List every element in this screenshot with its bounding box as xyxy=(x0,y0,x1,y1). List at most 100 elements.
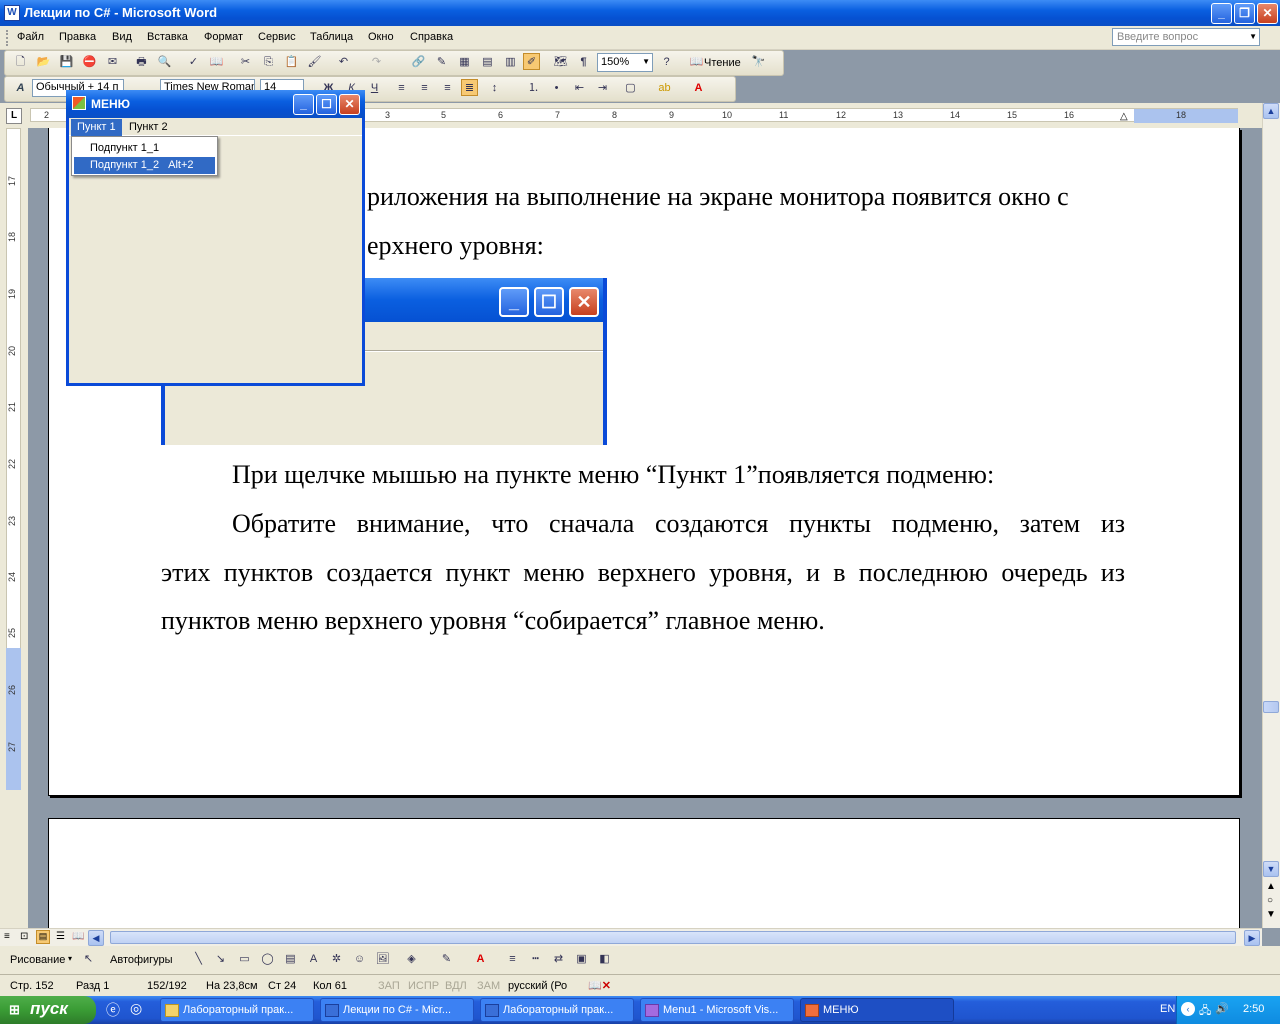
taskbar-item[interactable]: Лекции по C# - Micr... xyxy=(320,998,474,1022)
spelling-icon[interactable]: ✓ xyxy=(185,54,202,71)
language-indicator[interactable]: EN xyxy=(1160,1003,1175,1015)
zoom-dropdown-icon[interactable]: ▼ xyxy=(642,57,650,66)
app-menu-item-1[interactable]: Пункт 1 xyxy=(71,119,122,136)
drawing-icon[interactable]: ✐ xyxy=(523,53,540,70)
app-window[interactable]: МЕНЮ _ ☐ ✕ Пункт 1 Пункт 2 xyxy=(66,90,365,386)
styles-icon[interactable]: A xyxy=(12,80,29,97)
clipart-icon[interactable]: ☺ xyxy=(351,951,368,968)
select-browse-object-icon[interactable]: ○ xyxy=(1267,895,1273,906)
right-indent-marker[interactable]: △ xyxy=(1120,111,1128,122)
textbox-icon[interactable]: ▤ xyxy=(282,951,299,968)
reading-layout-icon[interactable]: 📖 xyxy=(72,931,84,942)
align-right-icon[interactable]: ≡ xyxy=(439,80,456,97)
new-document-icon[interactable]: 🗋 xyxy=(12,54,29,71)
close-button[interactable]: ✕ xyxy=(1257,3,1278,24)
status-ovr[interactable]: ЗАМ xyxy=(477,980,500,992)
arrow-icon[interactable]: ↘ xyxy=(212,951,229,968)
picture-icon[interactable]: 🖼 xyxy=(374,951,391,968)
insert-excel-icon[interactable]: ▤ xyxy=(479,54,496,71)
minimize-button[interactable]: _ xyxy=(1211,3,1232,24)
volume-icon[interactable]: 🔊 xyxy=(1215,1002,1229,1015)
app-minimize-button[interactable]: _ xyxy=(293,94,314,115)
justify-icon[interactable]: ≣ xyxy=(461,79,478,96)
tables-borders-icon[interactable]: ✎ xyxy=(433,54,450,71)
align-center-icon[interactable]: ≡ xyxy=(416,80,433,97)
scroll-right-icon[interactable]: ▶ xyxy=(1244,930,1260,946)
3d-icon[interactable]: ◧ xyxy=(596,951,613,968)
decrease-indent-icon[interactable]: ⇤ xyxy=(571,80,588,97)
app-menu-item-2[interactable]: Пункт 2 xyxy=(123,119,174,136)
menu-table[interactable]: Таблица xyxy=(310,31,353,43)
open-icon[interactable]: 📂 xyxy=(35,54,52,71)
taskbar-item[interactable]: Лабораторный прак... xyxy=(480,998,634,1022)
line-icon[interactable]: ╲ xyxy=(190,951,207,968)
highlight-icon[interactable]: ab xyxy=(656,80,673,97)
show-formatting-icon[interactable]: ¶ xyxy=(575,54,592,71)
research-icon[interactable]: 📖 xyxy=(208,54,225,71)
find-icon[interactable]: 🔭 xyxy=(750,54,767,71)
diagram-icon[interactable]: ✲ xyxy=(328,951,345,968)
menu-view[interactable]: Вид xyxy=(112,31,132,43)
dash-style-icon[interactable]: ┅ xyxy=(527,951,544,968)
next-document-page[interactable] xyxy=(48,818,1240,930)
menu-help[interactable]: Справка xyxy=(410,31,453,43)
taskbar-item[interactable]: Menu1 - Microsoft Vis... xyxy=(640,998,794,1022)
tray-expand-icon[interactable]: ‹ xyxy=(1181,1002,1195,1016)
network-icon[interactable]: 🖧 xyxy=(1199,1002,1211,1021)
drawing-dropdown-icon[interactable]: ▾ xyxy=(68,954,72,963)
app-maximize-button[interactable]: ☐ xyxy=(316,94,337,115)
taskbar-item-active[interactable]: МЕНЮ xyxy=(800,998,954,1022)
font-color-icon[interactable]: A xyxy=(690,80,707,97)
status-trk[interactable]: ИСПР xyxy=(408,980,439,992)
paste-icon[interactable]: 📋 xyxy=(283,54,300,71)
reading-icon[interactable]: 📖 xyxy=(688,54,705,71)
line-color-icon[interactable]: ✎ xyxy=(438,951,455,968)
menu-window[interactable]: Окно xyxy=(368,31,394,43)
shadow-icon[interactable]: ▣ xyxy=(573,951,590,968)
wordart-icon[interactable]: A xyxy=(305,951,322,968)
bullets-icon[interactable]: • xyxy=(548,80,565,97)
increase-indent-icon[interactable]: ⇥ xyxy=(594,80,611,97)
zoom-select[interactable]: 150% ▼ xyxy=(597,53,653,72)
line-spacing-icon[interactable]: ↕ xyxy=(486,80,503,97)
underline-icon[interactable]: Ч xyxy=(366,80,383,97)
outline-view-icon[interactable]: ☰ xyxy=(56,931,65,942)
vertical-scrollbar[interactable]: ▲ ▼ ▲ ○ ▼ xyxy=(1262,103,1280,928)
submenu-item-2[interactable]: Подпункт 1_2 Alt+2 xyxy=(74,157,215,174)
maximize-button[interactable]: ❐ xyxy=(1234,3,1255,24)
previous-page-icon[interactable]: ▲ xyxy=(1266,881,1276,892)
menu-insert[interactable]: Вставка xyxy=(147,31,188,43)
spelling-status-icon[interactable]: 📖✕ xyxy=(588,979,611,992)
autoshapes-button[interactable]: Автофигуры xyxy=(110,954,173,966)
tab-selector[interactable]: L xyxy=(6,108,22,124)
menu-file[interactable]: Файл xyxy=(17,31,44,43)
reading-button[interactable]: Чтение xyxy=(704,57,741,69)
ask-question-box[interactable]: Введите вопрос ▼ xyxy=(1112,28,1260,46)
print-layout-view-icon[interactable]: ▤ xyxy=(36,930,50,944)
scroll-down-icon[interactable]: ▼ xyxy=(1263,861,1279,877)
fill-color-icon[interactable]: ◈ xyxy=(403,951,420,968)
save-icon[interactable]: 💾 xyxy=(58,54,75,71)
menu-format[interactable]: Формат xyxy=(204,31,243,43)
align-left-icon[interactable]: ≡ xyxy=(393,80,410,97)
scroll-up-icon[interactable]: ▲ xyxy=(1263,103,1279,119)
redo-icon[interactable]: ↷ xyxy=(368,54,385,71)
cut-icon[interactable]: ✂ xyxy=(237,54,254,71)
menu-tools[interactable]: Сервис xyxy=(258,31,296,43)
scroll-left-icon[interactable]: ◀ xyxy=(88,930,104,946)
oval-icon[interactable]: ◯ xyxy=(259,951,276,968)
numbering-icon[interactable]: ⒈ xyxy=(525,80,542,97)
columns-icon[interactable]: ▥ xyxy=(502,54,519,71)
taskbar-item[interactable]: Лабораторный прак... xyxy=(160,998,314,1022)
clock[interactable]: 2:50 xyxy=(1243,1003,1264,1015)
outlook-quicklaunch-icon[interactable]: ◎ xyxy=(130,1000,142,1017)
menu-edit[interactable]: Правка xyxy=(59,31,96,43)
drawing-menu-button[interactable]: Рисование xyxy=(10,954,65,966)
document-map-icon[interactable]: 🗺 xyxy=(552,54,569,71)
borders-icon[interactable]: ▢ xyxy=(622,80,639,97)
horizontal-scrollbar[interactable]: ≡ ⊡ ▤ ☰ 📖 ◀ ▶ xyxy=(0,928,1262,946)
submenu-item-1[interactable]: Подпункт 1_1 xyxy=(74,140,215,157)
next-page-icon[interactable]: ▼ xyxy=(1266,909,1276,920)
scroll-thumb[interactable] xyxy=(1263,701,1279,713)
arrow-style-icon[interactable]: ⇄ xyxy=(550,951,567,968)
